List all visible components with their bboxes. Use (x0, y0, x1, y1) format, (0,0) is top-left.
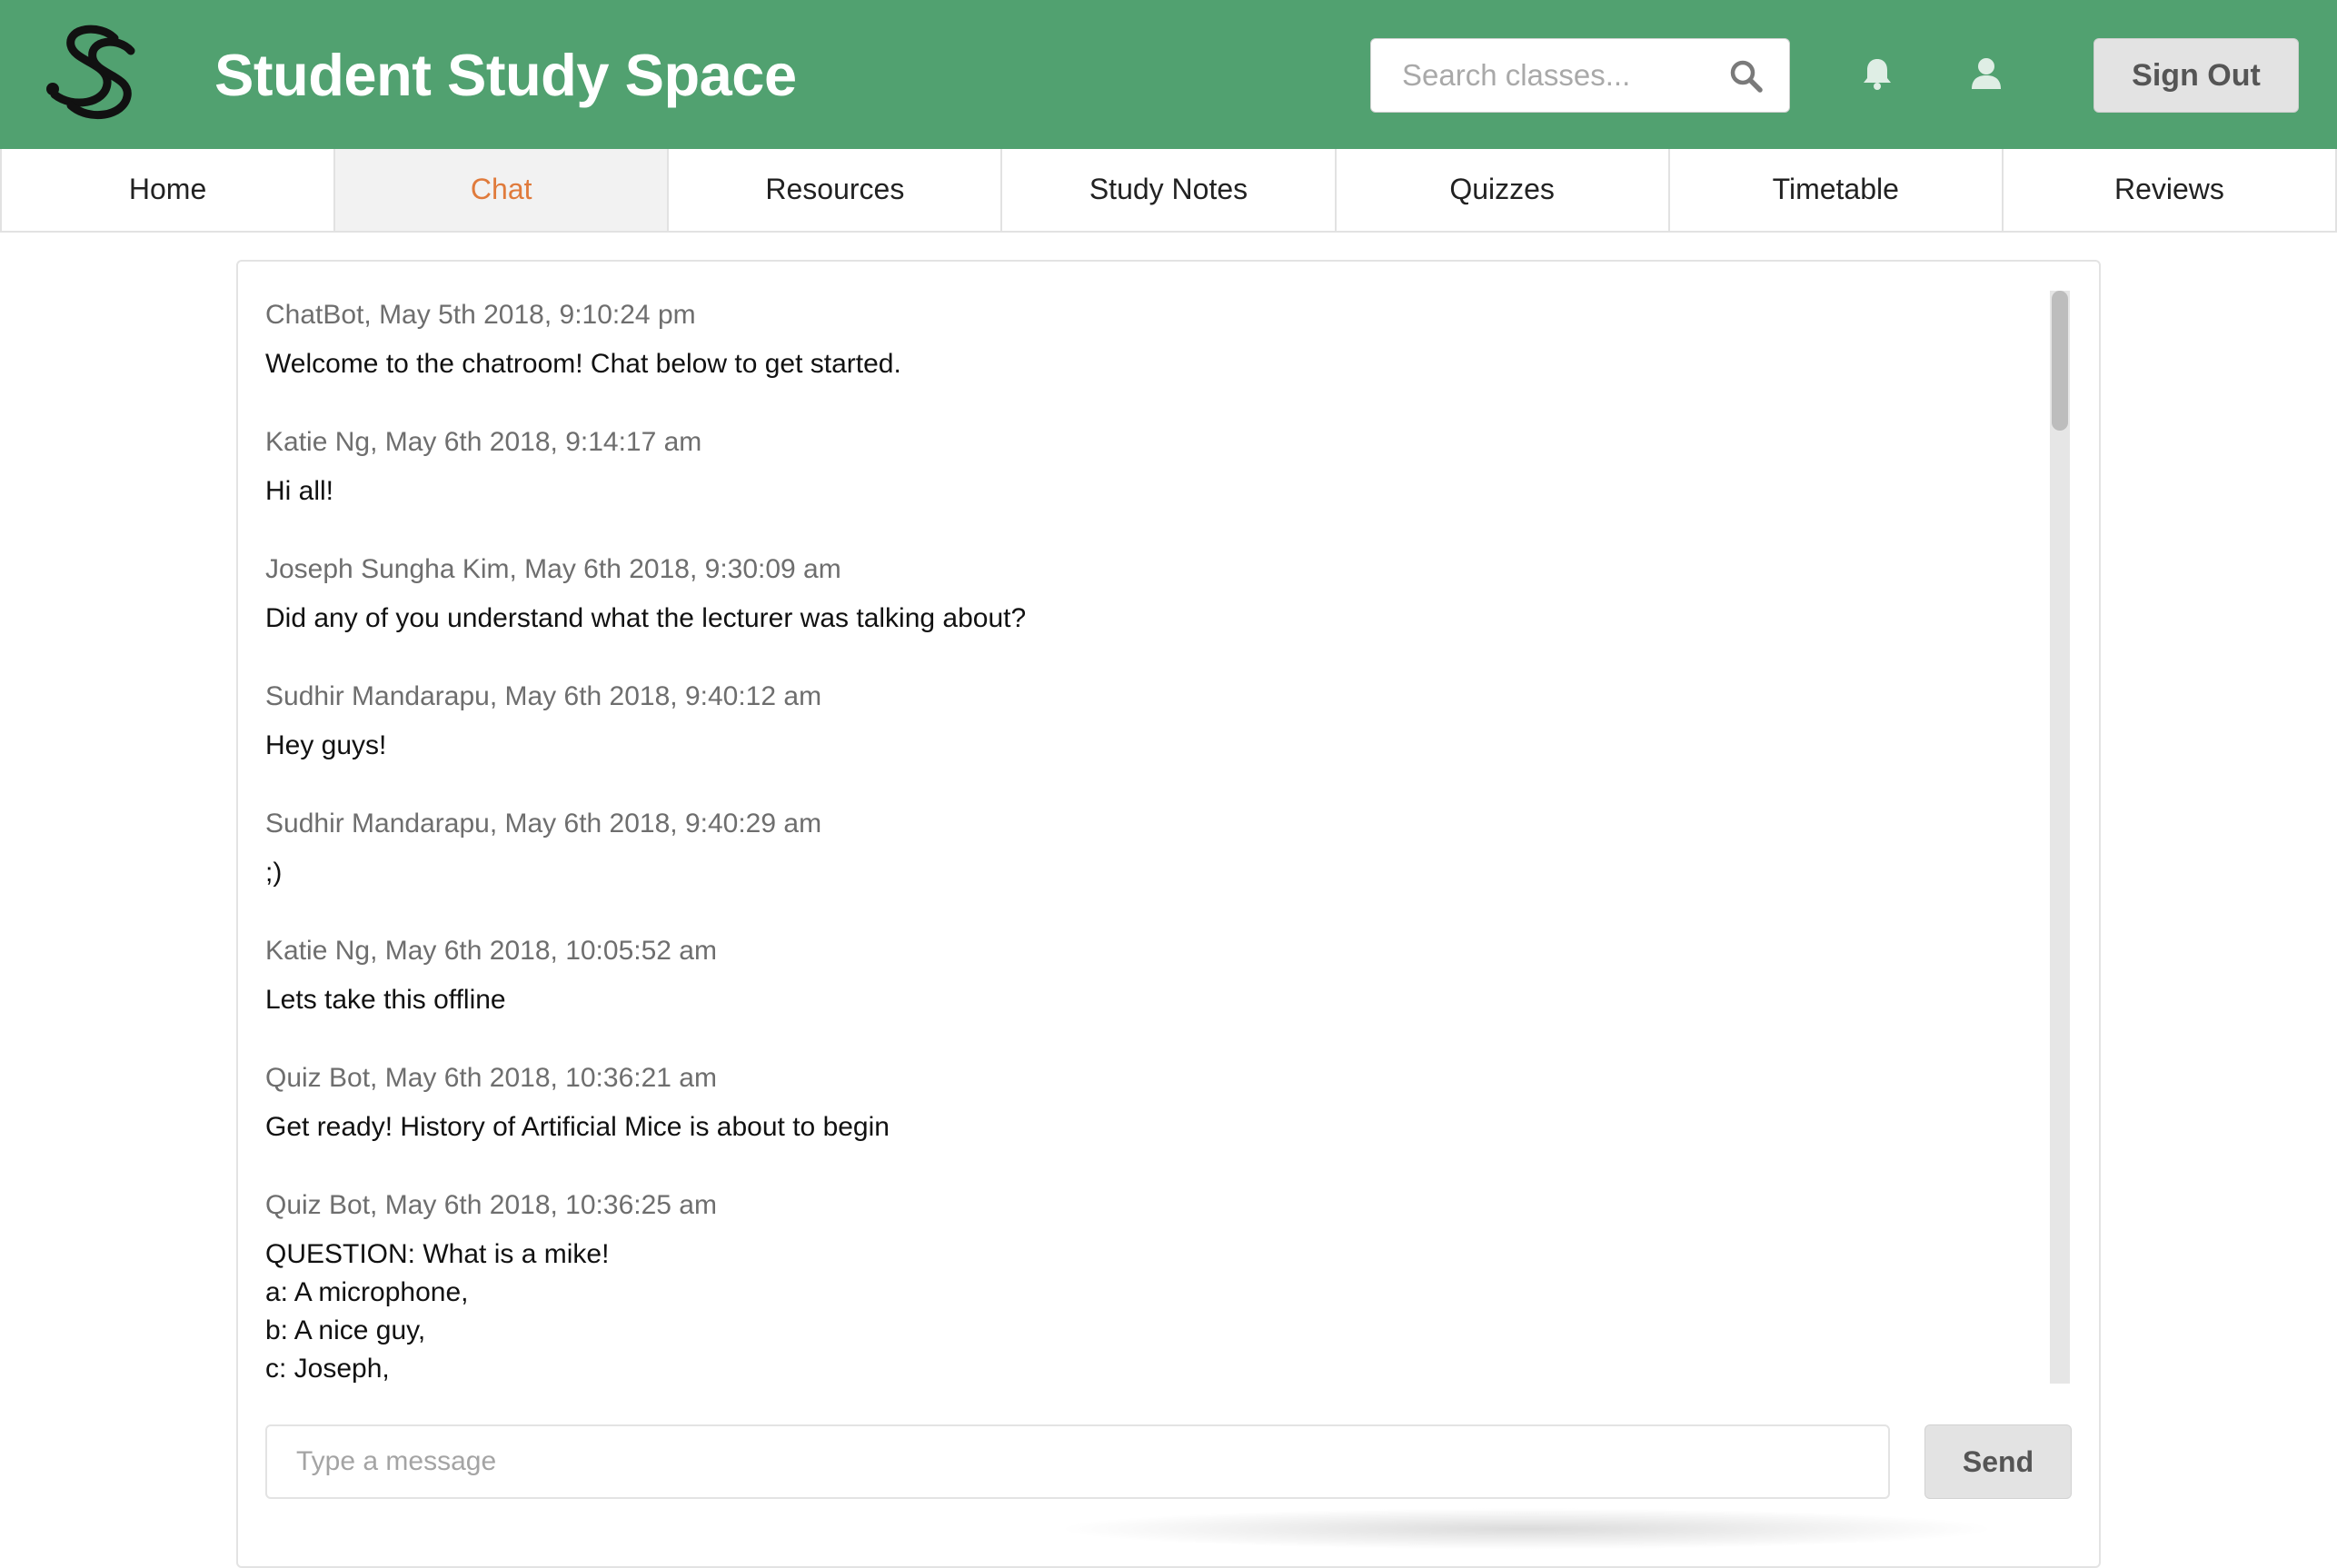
app-title: Student Study Space (214, 42, 797, 108)
chat-message: Joseph Sungha Kim, May 6th 2018, 9:30:09… (265, 551, 2037, 638)
tab-study-notes[interactable]: Study Notes (1002, 149, 1337, 231)
message-meta: Joseph Sungha Kim, May 6th 2018, 9:30:09… (265, 554, 841, 584)
tab-home[interactable]: Home (2, 149, 336, 231)
search-icon[interactable] (1729, 59, 1764, 94)
message-meta: Sudhir Mandarapu, May 6th 2018, 9:40:29 … (265, 809, 822, 839)
chat-message: Katie Ng, May 6th 2018, 10:05:52 am Lets… (265, 932, 2037, 1019)
message-text: Hey guys! (265, 730, 387, 760)
logo-mark-icon (46, 25, 135, 120)
bottom-shadow (1054, 1508, 1999, 1550)
chat-message: Quiz Bot, May 6th 2018, 10:36:21 am Get … (265, 1059, 2037, 1146)
message-text: ;) (265, 858, 283, 888)
chat-message: Quiz Bot, May 6th 2018, 10:36:25 am QUES… (265, 1186, 2037, 1384)
chat-message: Sudhir Mandarapu, May 6th 2018, 9:40:29 … (265, 805, 2037, 892)
message-text: Get ready! History of Artificial Mice is… (265, 1112, 890, 1142)
header-bar: Student Study Space Sign Out (0, 0, 2337, 149)
main-nav-tabs: Home Chat Resources Study Notes Quizzes … (0, 149, 2337, 233)
message-meta: Katie Ng, May 6th 2018, 10:05:52 am (265, 936, 717, 966)
tab-reviews[interactable]: Reviews (2004, 149, 2335, 231)
logo[interactable] (36, 22, 147, 125)
chat-message: ChatBot, May 5th 2018, 9:10:24 pm Welcom… (265, 296, 2037, 383)
scrollbar-track[interactable] (2050, 291, 2070, 1384)
chat-message: Katie Ng, May 6th 2018, 9:14:17 am Hi al… (265, 423, 2037, 511)
search-input[interactable] (1371, 39, 1707, 112)
message-text: Hi all! (265, 476, 334, 506)
search-box[interactable] (1370, 38, 1790, 113)
message-meta: Quiz Bot, May 6th 2018, 10:36:21 am (265, 1063, 717, 1093)
tab-chat[interactable]: Chat (335, 149, 670, 231)
user-icon[interactable] (1970, 56, 2003, 91)
message-text: Did any of you understand what the lectu… (265, 603, 1027, 633)
send-button[interactable]: Send (1924, 1424, 2072, 1499)
tab-quizzes[interactable]: Quizzes (1337, 149, 1670, 231)
chat-message: Sudhir Mandarapu, May 6th 2018, 9:40:12 … (265, 678, 2037, 765)
message-meta: Sudhir Mandarapu, May 6th 2018, 9:40:12 … (265, 681, 822, 711)
tab-resources[interactable]: Resources (669, 149, 1003, 231)
message-input[interactable] (265, 1424, 1890, 1499)
message-text: Welcome to the chatroom! Chat below to g… (265, 349, 901, 379)
chat-message-list[interactable]: ChatBot, May 5th 2018, 9:10:24 pm Welcom… (265, 291, 2037, 1384)
tab-timetable[interactable]: Timetable (1670, 149, 2004, 231)
message-text: QUESTION: What is a mike! a: A microphon… (265, 1239, 610, 1384)
bell-icon[interactable] (1861, 56, 1894, 91)
scrollbar-thumb[interactable] (2052, 291, 2068, 431)
message-meta: Quiz Bot, May 6th 2018, 10:36:25 am (265, 1190, 717, 1220)
sign-out-button[interactable]: Sign Out (2093, 38, 2299, 113)
message-meta: ChatBot, May 5th 2018, 9:10:24 pm (265, 300, 696, 330)
message-meta: Katie Ng, May 6th 2018, 9:14:17 am (265, 427, 702, 457)
message-text: Lets take this offline (265, 985, 506, 1015)
